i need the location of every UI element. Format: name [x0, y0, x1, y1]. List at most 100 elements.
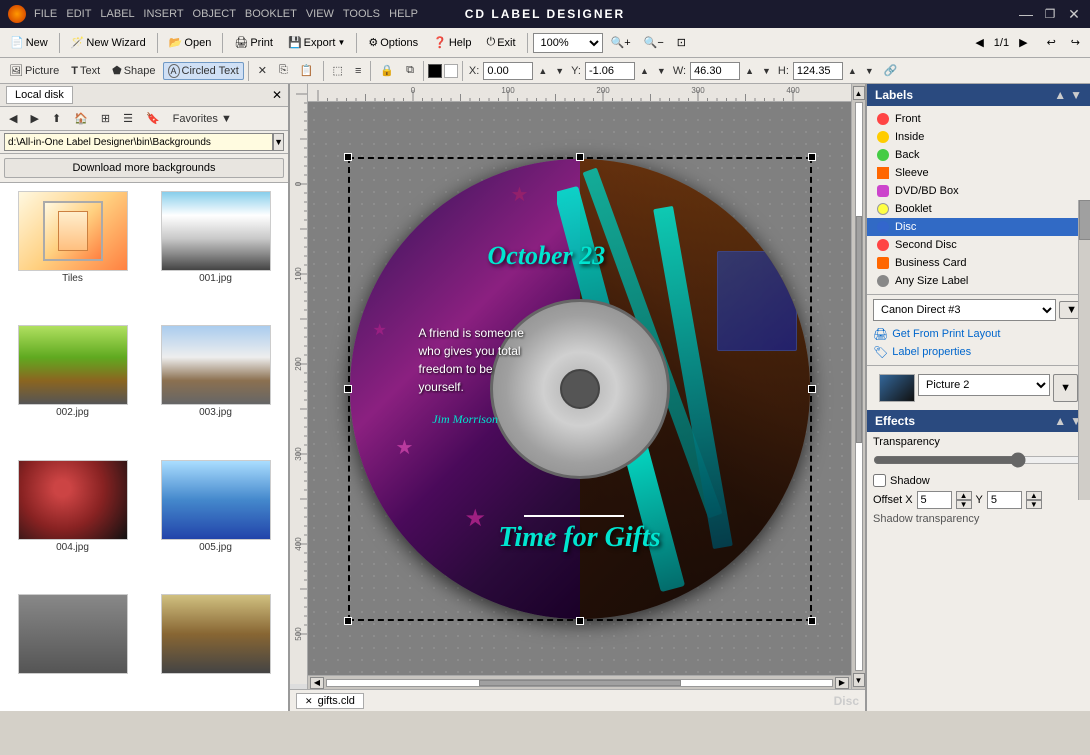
- new-button[interactable]: 📄 New: [4, 33, 54, 52]
- scrollbar-thumb[interactable]: [1079, 200, 1090, 240]
- file-item-003[interactable]: 003.jpg: [147, 321, 284, 449]
- label-item-front[interactable]: Front: [867, 110, 1090, 128]
- file-item-006[interactable]: [4, 590, 141, 707]
- sel-handle-sw[interactable]: [344, 617, 352, 625]
- nav-forward-button[interactable]: ▶: [25, 110, 43, 127]
- path-dropdown-button[interactable]: ▼: [273, 133, 284, 151]
- options-button[interactable]: ⚙ Options: [362, 33, 424, 52]
- hscroll-left[interactable]: ◀: [310, 677, 324, 689]
- hscroll-track[interactable]: [326, 679, 833, 687]
- label-item-business-card[interactable]: Business Card: [867, 254, 1090, 272]
- h-spin-up[interactable]: ▲: [845, 65, 860, 77]
- canvas-hscroll[interactable]: ◀ ▶: [308, 675, 851, 689]
- x-input[interactable]: [483, 62, 533, 80]
- printer-select[interactable]: Canon Direct #3: [873, 299, 1056, 321]
- file-tab[interactable]: ✕ gifts.cld: [296, 693, 364, 709]
- w-spin-down[interactable]: ▼: [759, 65, 774, 77]
- offset-x-up[interactable]: ▲: [956, 491, 972, 500]
- text-tool-button[interactable]: T Text: [66, 63, 105, 79]
- nav-up-button[interactable]: ⬆: [47, 110, 66, 127]
- hscroll-thumb[interactable]: [479, 680, 681, 686]
- y-spin-up[interactable]: ▲: [637, 65, 652, 77]
- zoom-fit-button[interactable]: ⊡: [672, 33, 691, 52]
- next-page-button[interactable]: ▶: [1013, 33, 1033, 52]
- left-panel-scrollbar[interactable]: [1078, 200, 1090, 500]
- label-item-booklet[interactable]: Booklet: [867, 200, 1090, 218]
- vscroll-thumb[interactable]: [856, 216, 862, 443]
- picture-select[interactable]: Picture 2: [918, 374, 1050, 396]
- file-item-002[interactable]: 002.jpg: [4, 321, 141, 449]
- view-list-button[interactable]: ☰: [118, 110, 138, 127]
- maximize-icon[interactable]: ❐: [1042, 6, 1058, 22]
- offset-y-down[interactable]: ▼: [1026, 500, 1042, 509]
- sel-handle-s[interactable]: [576, 617, 584, 625]
- paste-button[interactable]: 📋: [295, 62, 319, 79]
- sel-handle-se[interactable]: [808, 617, 816, 625]
- export-button[interactable]: 💾 Export ▼: [282, 33, 351, 52]
- x-spin-down[interactable]: ▼: [552, 65, 567, 77]
- undo-button[interactable]: ↩: [1041, 33, 1062, 52]
- picture-tool-button[interactable]: 🖼 Picture: [4, 62, 64, 79]
- file-item-007[interactable]: [147, 590, 284, 707]
- label-item-back[interactable]: Back: [867, 146, 1090, 164]
- copy-button[interactable]: ⎘: [274, 62, 293, 79]
- w-spin-up[interactable]: ▲: [742, 65, 757, 77]
- picture-dropdown-btn[interactable]: ▼: [1053, 374, 1078, 402]
- hscroll-right[interactable]: ▶: [835, 677, 849, 689]
- offset-y-input[interactable]: [987, 491, 1022, 509]
- x-spin-up[interactable]: ▲: [535, 65, 550, 77]
- w-input[interactable]: [690, 62, 740, 80]
- view-toggle-button[interactable]: ⊞: [96, 110, 115, 127]
- zoom-select[interactable]: 100% 75% 50% 125% 150%: [533, 33, 603, 53]
- zoom-out-button[interactable]: 🔍−: [639, 33, 669, 52]
- print-button[interactable]: 🖨 Print: [228, 33, 279, 52]
- favorites-button[interactable]: Favorites ▼: [168, 111, 237, 127]
- transparency-slider[interactable]: [873, 452, 1084, 468]
- y-input[interactable]: [585, 62, 635, 80]
- sel-handle-w[interactable]: [344, 385, 352, 393]
- color-swatch-fg[interactable]: [428, 64, 442, 78]
- exit-button[interactable]: ⏻ Exit: [480, 33, 521, 52]
- offset-x-input[interactable]: [917, 491, 952, 509]
- label-item-second-disc[interactable]: Second Disc: [867, 236, 1090, 254]
- close-icon[interactable]: ✕: [1066, 6, 1082, 22]
- canvas[interactable]: ★ ★ ★ ★ ★ ★: [308, 102, 851, 675]
- label-properties-link[interactable]: 🏷 Label properties: [873, 343, 1084, 361]
- offset-x-down[interactable]: ▼: [956, 500, 972, 509]
- effects-scroll-up[interactable]: ▲: [1054, 414, 1066, 428]
- nav-back-button[interactable]: ◀: [4, 110, 22, 127]
- open-button[interactable]: 📂 Open: [163, 33, 218, 52]
- get-from-print-layout-link[interactable]: 🖨 Get From Print Layout: [873, 325, 1084, 343]
- bookmark-button[interactable]: 🔖: [141, 110, 165, 127]
- lock-button[interactable]: 🔒: [375, 62, 399, 79]
- arrange-button[interactable]: ⧉: [401, 62, 419, 79]
- label-item-sleeve[interactable]: Sleeve: [867, 164, 1090, 182]
- zoom-in-button[interactable]: 🔍+: [606, 33, 636, 52]
- label-item-any-size[interactable]: Any Size Label: [867, 272, 1090, 290]
- labels-scroll-down[interactable]: ▼: [1070, 88, 1082, 102]
- offset-y-up[interactable]: ▲: [1026, 491, 1042, 500]
- file-item-004[interactable]: 004.jpg: [4, 456, 141, 584]
- h-spin-down[interactable]: ▼: [862, 65, 877, 77]
- vscroll-track[interactable]: [855, 102, 863, 671]
- nav-home-button[interactable]: 🏠: [69, 110, 93, 127]
- prev-page-button[interactable]: ◀: [969, 33, 989, 52]
- label-item-inside[interactable]: Inside: [867, 128, 1090, 146]
- delete-button[interactable]: ✕: [253, 62, 272, 79]
- align-button[interactable]: ≡: [350, 63, 366, 79]
- vscroll-down[interactable]: ▼: [853, 673, 865, 687]
- local-disk-tab[interactable]: Local disk: [6, 86, 73, 104]
- file-item-005[interactable]: 005.jpg: [147, 456, 284, 584]
- sel-handle-e[interactable]: [808, 385, 816, 393]
- redo-button[interactable]: ↪: [1065, 33, 1086, 52]
- shadow-checkbox[interactable]: [873, 474, 886, 487]
- sel-handle-ne[interactable]: [808, 153, 816, 161]
- help-button[interactable]: ❓ Help: [427, 33, 477, 52]
- label-item-disc[interactable]: Disc: [867, 218, 1090, 236]
- h-input[interactable]: [793, 62, 843, 80]
- label-item-dvd[interactable]: DVD/BD Box: [867, 182, 1090, 200]
- shape-tool-button[interactable]: ⬟ Shape: [107, 62, 160, 79]
- path-input[interactable]: [4, 133, 273, 151]
- close-panel-button[interactable]: ✕: [272, 88, 282, 102]
- new-wizard-button[interactable]: 🪄 New Wizard: [65, 33, 152, 52]
